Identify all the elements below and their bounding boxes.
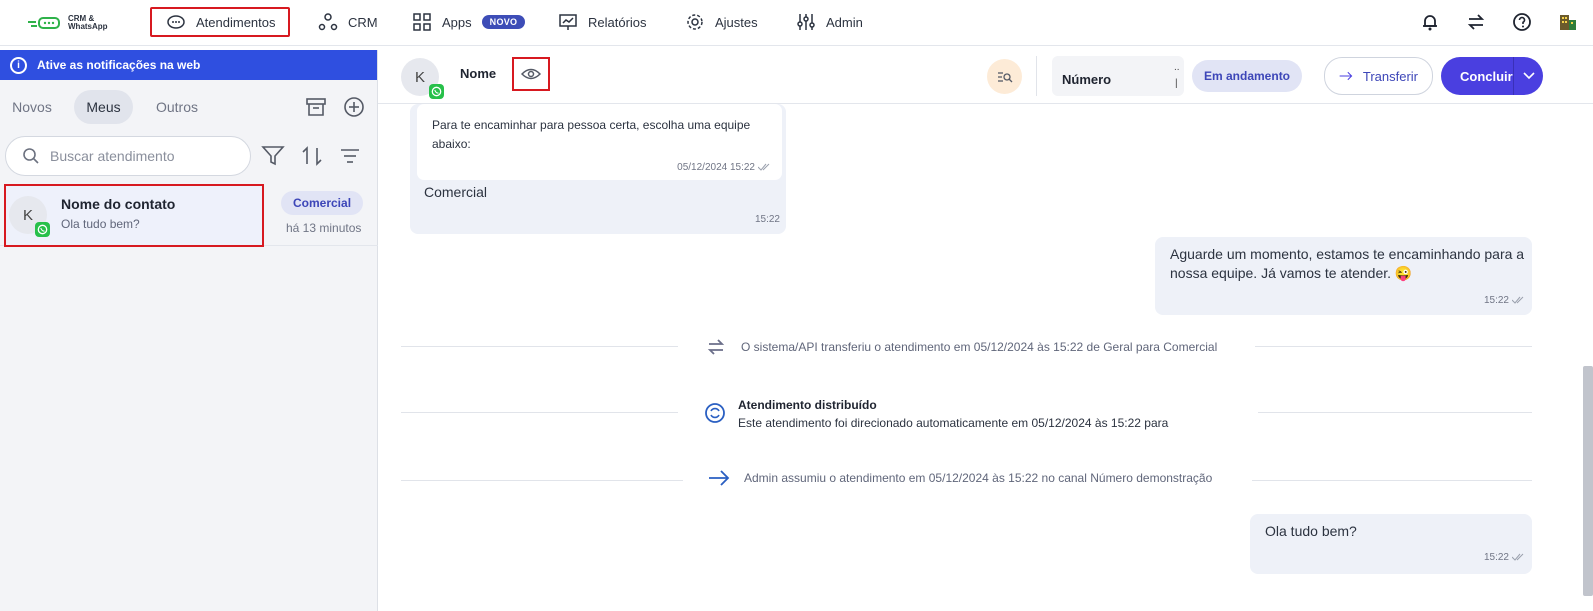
notification-text: Ative as notificações na web [37, 58, 201, 72]
channel-number-label: Número [1062, 72, 1112, 87]
message-preview: Ola tudo bem? [61, 217, 140, 231]
sort-icon[interactable] [301, 145, 323, 167]
nav-label: Apps [442, 14, 472, 30]
nav-crm[interactable]: CRM [318, 7, 378, 37]
transfer-label: Transferir [1362, 68, 1418, 84]
whatsapp-icon [35, 222, 50, 237]
nav-label: CRM [348, 14, 378, 30]
nav-relatorios[interactable]: Relatórios [558, 7, 647, 37]
nav-ajustes[interactable]: Ajustes [685, 7, 758, 37]
grid-icon [413, 13, 431, 31]
search-input[interactable] [50, 148, 230, 164]
conversation-item[interactable]: K Nome do contato Ola tudo bem? Comercia… [0, 184, 378, 247]
view-contact-button[interactable] [512, 57, 550, 91]
nav-label: Atendimentos [196, 14, 276, 30]
tab-novos[interactable]: Novos [6, 90, 58, 124]
contact-name: Nome do contato [61, 196, 176, 212]
double-check-icon [1512, 554, 1524, 562]
system-event-transfer: O sistema/API transferiu o atendimento e… [705, 336, 1217, 358]
double-check-icon [758, 164, 770, 172]
message-list: Para te encaminhar para pessoa certa, es… [378, 104, 1593, 611]
nodes-icon [318, 13, 338, 31]
sync-icon [704, 402, 726, 424]
quoted-text: Para te encaminhar para pessoa certa, es… [432, 118, 751, 151]
system-distributed-text: Este atendimento foi direcionado automat… [738, 416, 1169, 430]
archive-icon[interactable] [305, 96, 327, 118]
chat-scrollbar[interactable] [1583, 366, 1593, 596]
status-badge[interactable]: Em andamento [1192, 60, 1303, 92]
nav-label: Admin [826, 14, 863, 30]
double-check-icon [1512, 297, 1524, 305]
time-ago: há 13 minutos [286, 221, 362, 235]
notification-banner[interactable]: i Ative as notificações na web [0, 50, 377, 80]
transfer-button[interactable]: Transferir [1324, 57, 1433, 95]
conclude-label: Concluir [1460, 68, 1513, 84]
quoted-message[interactable]: Para te encaminhar para pessoa certa, es… [417, 104, 782, 180]
nav-atendimentos[interactable]: Atendimentos [150, 7, 290, 37]
top-navigation-bar: CRM & WhatsApp Atendimentos CRM Apps NOV… [0, 0, 1593, 46]
system-transfer-text: O sistema/API transferiu o atendimento e… [741, 340, 1218, 354]
sliders-icon [797, 14, 815, 30]
logo-icon [28, 17, 60, 29]
search-messages-button[interactable] [987, 59, 1022, 94]
search-box[interactable] [5, 136, 251, 176]
swap-icon[interactable] [1465, 11, 1487, 33]
chat-header: K Nome Número .. | Em andamento Transfer… [378, 50, 1593, 104]
system-distributed-title: Atendimento distribuído [738, 398, 877, 412]
new-badge: NOVO [481, 15, 526, 29]
arrow-right-icon [709, 470, 730, 486]
system-event-admin: Admin assumiu o atendimento em 05/12/202… [708, 470, 1212, 486]
nav-admin[interactable]: Admin [796, 7, 863, 37]
search-icon [23, 148, 39, 164]
building-icon[interactable] [1557, 11, 1579, 33]
whatsapp-icon [429, 84, 444, 99]
message-outgoing[interactable]: Aguarde um momento, estamos te encaminha… [1155, 237, 1532, 315]
chart-icon [559, 14, 577, 30]
bell-icon[interactable] [1419, 11, 1441, 33]
tag-badge: Comercial [281, 191, 364, 215]
search-list-icon [997, 71, 1012, 82]
channel-selector[interactable]: Número .. | [1052, 56, 1184, 96]
eye-icon [521, 68, 541, 80]
nav-label: Ajustes [715, 14, 758, 30]
logo-text-line2: WhatsApp [68, 22, 108, 31]
message-outgoing[interactable]: Ola tudo bem? 15:22 [1250, 514, 1532, 574]
conclude-button[interactable]: Concluir [1441, 57, 1543, 95]
arrow-right-icon [1339, 71, 1353, 81]
add-circle-icon[interactable] [343, 96, 365, 118]
gear-icon [687, 14, 703, 30]
chat-icon [167, 15, 185, 29]
outgoing-time: 15:22 [1483, 295, 1509, 306]
filter-icon[interactable] [261, 145, 285, 167]
info-icon: i [10, 56, 27, 74]
message-incoming[interactable]: Para te encaminhar para pessoa certa, es… [410, 104, 786, 234]
reply-text: Comercial [424, 184, 488, 200]
nav-label: Relatórios [588, 14, 647, 30]
outgoing-time: 15:22 [1483, 552, 1509, 563]
reply-time: 15:22 [754, 214, 780, 225]
outgoing-text: Aguarde um momento, estamos te encaminha… [1170, 246, 1525, 281]
chat-contact-name[interactable]: Nome [460, 66, 496, 81]
help-icon[interactable] [1511, 11, 1533, 33]
nav-apps[interactable]: Apps NOVO [412, 7, 526, 37]
system-admin-text: Admin assumiu o atendimento em 05/12/202… [744, 471, 1213, 485]
conversation-tabs: Novos Meus Outros [0, 90, 378, 126]
channel-extra-bottom: | [1175, 78, 1178, 89]
tab-outros[interactable]: Outros [148, 90, 206, 124]
outgoing-text: Ola tudo bem? [1265, 523, 1357, 539]
chat-panel: K Nome Número .. | Em andamento Transfer… [378, 50, 1593, 611]
quoted-time: 05/12/2024 15:22 [677, 162, 755, 173]
swap-icon [707, 339, 725, 355]
conversation-list-panel: i Ative as notificações na web Novos Meu… [0, 50, 378, 611]
channel-extra-top: .. [1174, 62, 1180, 73]
chevron-down-icon[interactable] [1523, 72, 1535, 80]
app-logo[interactable]: CRM & WhatsApp [28, 13, 128, 33]
tab-meus[interactable]: Meus [74, 90, 133, 124]
list-filter-icon[interactable] [339, 145, 361, 167]
